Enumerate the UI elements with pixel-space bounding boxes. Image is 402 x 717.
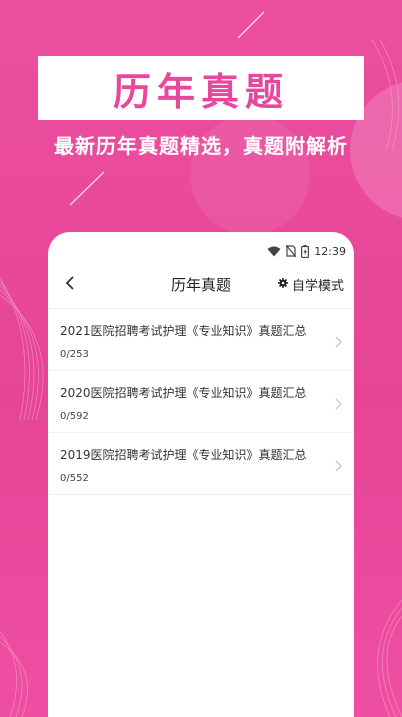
status-bar: 12:39: [48, 232, 354, 270]
no-sim-icon: [286, 245, 297, 257]
list-item[interactable]: 2020医院招聘考试护理《专业知识》真题汇总 0/592: [48, 371, 354, 433]
status-time: 12:39: [314, 244, 346, 258]
list-item-title: 2019医院招聘考试护理《专业知识》真题汇总: [60, 448, 307, 462]
phone-screen: 12:39 历年真题 自学模式 2021医院招聘考试护理《专业知识》真题汇总 0…: [48, 232, 354, 717]
list-item-progress: 0/592: [60, 411, 89, 422]
chevron-right-icon: [335, 395, 342, 414]
banner-subtitle: 最新历年真题精选，真题附解析: [54, 134, 348, 158]
wifi-icon: [267, 246, 281, 257]
back-button[interactable]: [58, 272, 82, 296]
list-item[interactable]: 2021医院招聘考试护理《专业知识》真题汇总 0/253: [48, 309, 354, 371]
self-study-mode-button[interactable]: 自学模式: [277, 275, 344, 294]
list-item[interactable]: 2019医院招聘考试护理《专业知识》真题汇总 0/552: [48, 433, 354, 495]
chevron-right-icon: [335, 333, 342, 352]
mode-label: 自学模式: [291, 278, 344, 294]
nav-bar: 历年真题 自学模式: [48, 270, 354, 298]
list-item-title: 2020医院招聘考试护理《专业知识》真题汇总: [60, 386, 307, 400]
gear-icon: [277, 277, 288, 292]
list-item-progress: 0/552: [60, 473, 89, 484]
exam-list: 2021医院招聘考试护理《专业知识》真题汇总 0/253 2020医院招聘考试护…: [48, 308, 354, 495]
chevron-left-icon: [65, 275, 75, 294]
list-item-title: 2021医院招聘考试护理《专业知识》真题汇总: [60, 324, 307, 338]
banner-title: 历年真题: [112, 69, 289, 114]
list-item-progress: 0/253: [60, 349, 89, 360]
banner: 历年真题: [38, 56, 364, 120]
battery-icon: [301, 244, 310, 258]
chevron-right-icon: [335, 457, 342, 476]
